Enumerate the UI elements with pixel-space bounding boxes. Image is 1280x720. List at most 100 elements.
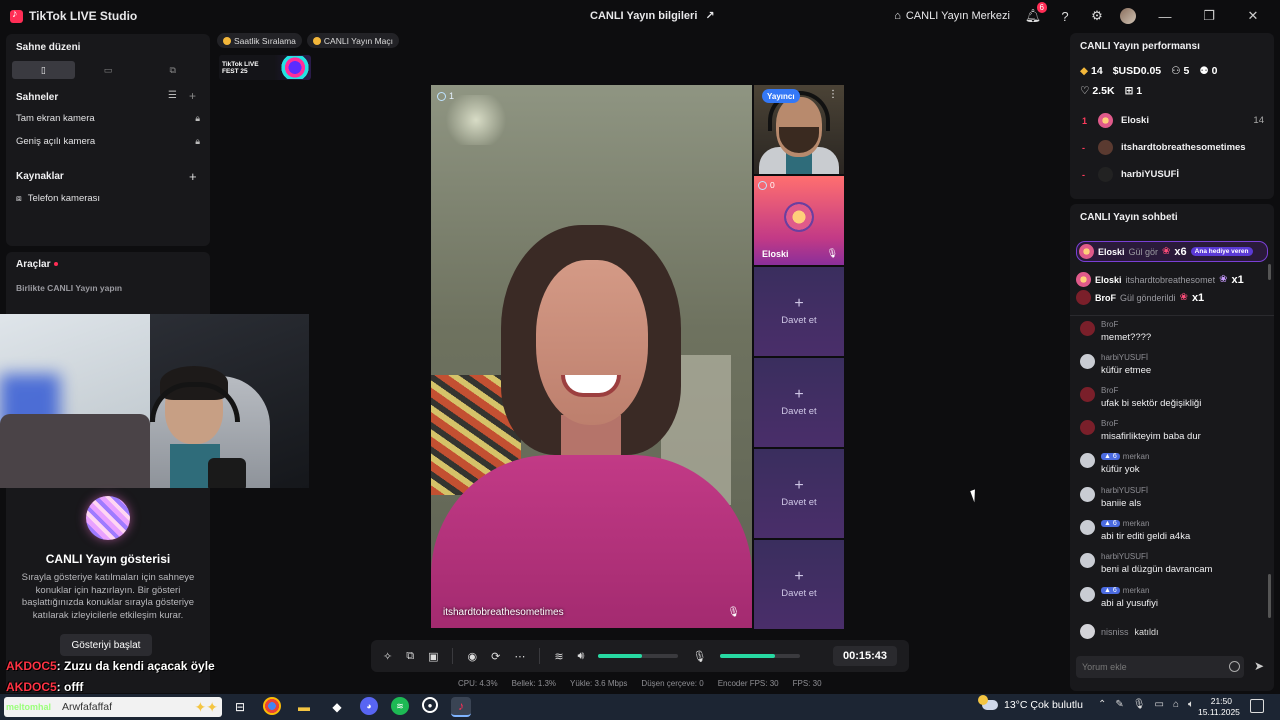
record-icon[interactable]: ◉ — [467, 650, 477, 663]
chat-user: harbiYUSUFİ — [1101, 552, 1149, 561]
add-source-icon[interactable]: + — [189, 169, 197, 184]
live-show-description: Sırayla gösteriye katılmaları için sahne… — [21, 572, 195, 621]
source-item-phone-camera[interactable]: ⧈ Telefon kamerası — [16, 193, 200, 204]
webcam-microphone — [208, 458, 246, 488]
chevron-up-icon[interactable]: ⌃ — [1098, 699, 1106, 710]
replay-icon[interactable]: ⟳ — [491, 650, 500, 663]
display-icon[interactable]: ▭ — [1154, 699, 1163, 710]
mic-icon[interactable]: 🎙︎ — [692, 650, 706, 663]
divider — [452, 648, 454, 664]
tools-title: Araçlar — [16, 259, 59, 270]
tools-panel: Araçlar Birlikte CANLI Yayın yapın — [6, 252, 210, 314]
live-fest-banner[interactable]: TikTok LIVE FEST 25 — [219, 55, 311, 80]
settings-gear-icon[interactable]: ⚙ — [1088, 7, 1106, 25]
guest-slot[interactable]: 0 Eloski 🎙︎ — [754, 176, 844, 265]
app-icon[interactable]: ◆ — [327, 697, 347, 717]
emoji-icon[interactable] — [1229, 661, 1240, 672]
rank-score: 14 — [1253, 115, 1264, 126]
hourly-ranking-pill[interactable]: Saatlik Sıralama — [217, 33, 302, 48]
spotify-icon[interactable]: ≋ — [391, 697, 409, 715]
scene-list-icon[interactable]: ☰ — [168, 90, 177, 101]
ranking-row[interactable]: - itshardtobreathesometimes — [1082, 140, 1264, 155]
avatar — [1080, 520, 1095, 535]
invite-slot[interactable]: + Davet et — [754, 267, 844, 356]
divider — [539, 648, 541, 664]
more-icon[interactable]: ⋯ — [514, 650, 525, 663]
gift-text: Gül gönderildi — [1120, 292, 1176, 303]
avatar — [1098, 113, 1113, 128]
send-icon[interactable]: ➤ — [1254, 659, 1264, 673]
multi-layout-button[interactable]: ⧉ — [141, 61, 204, 79]
invite-slot[interactable]: + Davet et — [754, 449, 844, 538]
obs-icon[interactable]: ● — [422, 697, 438, 713]
microphone-icon[interactable]: 🎙︎ — [827, 248, 838, 259]
close-icon[interactable]: ✕ — [1238, 8, 1268, 24]
host-slot[interactable]: Yayıncı ⋮ — [754, 85, 844, 174]
chat-scrollbar[interactable] — [1268, 574, 1271, 618]
audio-mixer-icon[interactable]: ≋ — [554, 650, 563, 663]
portrait-layout-button[interactable]: ▯ — [12, 61, 75, 79]
tiktok-live-studio-taskbar-icon[interactable]: ♪ — [451, 697, 471, 717]
file-explorer-icon[interactable]: ▬ — [294, 697, 314, 717]
live-info-button[interactable]: CANLI Yayın bilgileri ↗ — [590, 9, 715, 23]
speaker-icon[interactable]: 🔊︎ — [578, 650, 585, 663]
system-clock[interactable]: 21:50 15.11.2025 — [1198, 696, 1240, 717]
main-guest-video[interactable]: 1 itshardtobreathesometimes 🎙︎ — [431, 85, 752, 628]
maximize-icon[interactable]: ❐ — [1194, 8, 1224, 24]
magic-wand-icon[interactable]: ✧ — [383, 650, 392, 663]
chat-message: ▲ 6 merkan küfür yok — [1080, 452, 1264, 475]
landscape-layout-button[interactable]: ▭ — [77, 61, 140, 79]
pen-icon[interactable]: ✎ — [1115, 699, 1123, 710]
fps-stat: FPS: 30 — [792, 679, 822, 688]
effects-icon[interactable]: ⧉ — [406, 650, 414, 663]
chat-message: harbiYUSUFİ beni al düzgün davrancam — [1080, 552, 1264, 575]
rose-gift-icon: ❀ — [1179, 292, 1188, 303]
live-center-button[interactable]: ⌂ CANLI Yayın Merkezi — [894, 10, 1010, 22]
more-options-icon[interactable]: ⋮ — [828, 89, 838, 100]
mic-tray-icon[interactable]: 🎙︎ — [1133, 699, 1146, 710]
usd-stat: $USD0.05 — [1113, 65, 1161, 77]
gift-scrollbar[interactable] — [1268, 264, 1271, 280]
volume-icon[interactable]: 🔈︎ — [1188, 699, 1194, 710]
scene-item-wide[interactable]: Geniş açılı kamera 🔒︎ — [16, 136, 200, 147]
ranking-row[interactable]: 1 Eloski 14 — [1082, 113, 1264, 128]
output-volume-slider[interactable] — [598, 654, 679, 658]
invite-slot[interactable]: + Davet et — [754, 358, 844, 447]
performance-stats-bar: CPU: 4.3% Bellek: 1.3% Yükle: 3.6 Mbps D… — [458, 679, 822, 688]
sparkle-icon: ✦✦ — [194, 699, 218, 715]
weather-widget[interactable]: 13°C Çok bulutlu — [978, 695, 1083, 711]
discord-icon[interactable]: ◕ — [360, 697, 378, 715]
chat-user: BroF — [1101, 419, 1119, 428]
start-show-button[interactable]: Gösteriyi başlat — [60, 634, 152, 656]
scene-item-fullscreen[interactable]: Tam ekran kamera 🔒︎ — [16, 113, 200, 124]
stream-pills: Saatlik Sıralama CANLI Yayın Maçı — [217, 33, 400, 48]
avatar — [1080, 624, 1095, 639]
help-icon[interactable]: ? — [1056, 7, 1074, 25]
rank-number: 1 — [1082, 115, 1088, 126]
ranking-row[interactable]: - harbiYUSUFİ — [1082, 167, 1264, 182]
gift-multiplier: x1 — [1191, 291, 1205, 304]
network-icon[interactable]: ⌂ — [1173, 699, 1179, 710]
chat-message: ▲ 6 merkan abi tir editi geldi a4ka — [1080, 519, 1264, 542]
layout-icon[interactable]: ▣ — [428, 650, 438, 663]
minimize-icon[interactable]: — — [1150, 9, 1180, 24]
viewers-value: 5 — [1183, 65, 1190, 77]
notification-bell-icon[interactable]: 🔔︎ 6 — [1024, 2, 1047, 25]
live-match-pill[interactable]: CANLI Yayın Maçı — [306, 33, 400, 48]
invite-slot[interactable]: + Davet et — [754, 540, 844, 629]
cpu-stat: CPU: 4.3% — [458, 679, 498, 688]
mic-volume-slider[interactable] — [720, 654, 801, 658]
task-view-icon[interactable]: ⊟ — [230, 697, 250, 717]
microphone-icon[interactable]: 🎙︎ — [727, 607, 740, 618]
live-show-title: CANLI Yayın gösterisi — [45, 552, 171, 566]
chrome-icon[interactable] — [263, 697, 281, 715]
top-gifter-badge: Ana hediye veren — [1190, 247, 1253, 256]
add-scene-icon[interactable]: + — [189, 89, 196, 103]
camera-icon: ⧈ — [16, 193, 22, 203]
gift-multiplier: x1 — [1231, 273, 1244, 286]
chat-comment-input[interactable]: Yorum ekle — [1076, 656, 1244, 678]
notification-center-icon[interactable] — [1250, 699, 1264, 713]
profile-avatar[interactable] — [1120, 8, 1136, 24]
chat-text: ufak bi sektör değişikliği — [1101, 398, 1202, 409]
scene-layout-title: Sahne düzeni — [16, 42, 81, 53]
